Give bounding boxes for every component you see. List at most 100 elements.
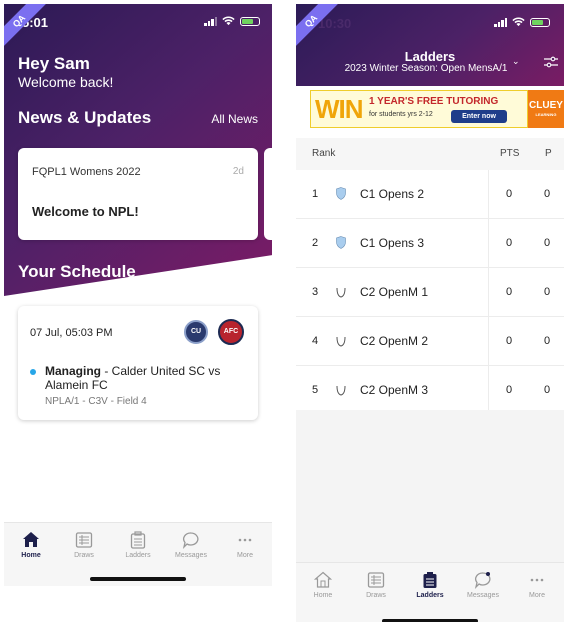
welcome-text: Welcome back! (18, 74, 114, 90)
column-rank: Rank (312, 148, 336, 159)
tab-messages-label: Messages (175, 552, 207, 559)
rank-cell: 4 (312, 335, 319, 347)
table-row[interactable]: 2 C1 Opens 3 0 0 (296, 219, 564, 268)
team-name: C1 Opens 3 (360, 236, 425, 250)
ladders-screen: 10:30 Ladders 2023 Winter Season: Open M… (296, 4, 564, 622)
tab-home-label: Home (21, 552, 41, 559)
match-datetime: 07 Jul, 05:03 PM (30, 327, 113, 339)
shield-outline-icon (336, 385, 346, 396)
tab-home[interactable]: Home (298, 571, 348, 599)
rank-cell: 5 (312, 384, 319, 396)
shield-outline-icon (336, 336, 346, 347)
tab-more[interactable]: More (220, 531, 270, 559)
ad-win-text: WIN (315, 94, 364, 124)
page-title: Ladders (404, 49, 456, 64)
tab-more-label: More (529, 592, 545, 599)
chevron-down-icon[interactable]: ⌄ (512, 56, 520, 67)
more-icon (530, 578, 544, 582)
pts-cell: 0 (506, 384, 513, 396)
rank-cell: 2 (312, 237, 319, 249)
signal-icon (494, 17, 507, 27)
table-row[interactable]: 5 C2 OpenM 3 0 0 (296, 366, 564, 415)
tab-messages[interactable]: Messages (166, 531, 216, 559)
ladder-table: 1 C1 Opens 2 0 0 2 C1 Opens 3 0 0 3 C2 O… (296, 170, 564, 415)
news-age: 2d (232, 166, 244, 177)
ad-brand-sub: LEARNING (535, 112, 557, 117)
ad-banner[interactable]: WIN 1 YEAR'S FREE TUTORING for students … (310, 90, 528, 128)
tab-draws-label: Draws (366, 592, 386, 599)
status-bar: 5:01 (4, 14, 272, 32)
all-news-link[interactable]: All News (211, 112, 258, 126)
table-row[interactable]: 3 C2 OpenM 1 0 0 (296, 268, 564, 317)
tab-home[interactable]: Home (6, 531, 56, 559)
schedule-card[interactable]: 07 Jul, 05:03 PM CU AFC Managing - Calde… (18, 306, 258, 420)
tab-ladders-label: Ladders (416, 592, 444, 599)
tab-ladders[interactable]: Ladders (113, 531, 163, 559)
table-row[interactable]: 4 C2 OpenM 2 0 0 (296, 317, 564, 366)
tab-ladders-label: Ladders (125, 552, 151, 559)
match-description: Managing - Calder United SC vs Alamein F… (45, 364, 250, 392)
ad-headline: 1 YEAR'S FREE TUTORING (369, 96, 499, 107)
ladder-table-header: Rank PTS P (296, 138, 564, 170)
schedule-section-title: Your Schedule (18, 262, 136, 281)
signal-icon (204, 16, 217, 26)
more-icon (238, 538, 252, 542)
news-section-title: News & Updates (18, 108, 152, 127)
ladders-icon (130, 531, 146, 549)
away-team-logo: AFC (218, 319, 244, 345)
pts-cell: 0 (506, 188, 513, 200)
ladders-header: 10:30 Ladders 2023 Winter Season: Open M… (296, 4, 564, 86)
tab-home-label: Home (313, 592, 333, 599)
match-meta: NPLA/1 - C3V - Field 4 (45, 396, 147, 407)
tab-bar: Home Draws Ladders Messages More (296, 562, 564, 622)
tab-ladders[interactable]: Ladders (405, 571, 455, 599)
greeting-title: Hey Sam (18, 54, 90, 73)
rank-cell: 3 (312, 286, 319, 298)
played-cell: 0 (544, 335, 551, 347)
status-dot (30, 369, 36, 375)
team-name: C2 OpenM 2 (360, 334, 429, 348)
tab-messages[interactable]: Messages (458, 571, 508, 599)
ad-brand-logo[interactable]: CLUEY LEARNING (528, 90, 564, 128)
home-icon (23, 532, 39, 547)
ladders-icon (423, 572, 437, 588)
live-scores-link[interactable]: Live S... (190, 266, 230, 278)
tab-more-label: More (237, 552, 253, 559)
filter-icon[interactable] (544, 56, 558, 68)
played-cell: 0 (544, 286, 551, 298)
ad-brand-name: CLUEY (529, 100, 563, 111)
home-indicator[interactable] (382, 619, 478, 622)
tab-draws-label: Draws (74, 552, 94, 559)
table-row[interactable]: 1 C1 Opens 2 0 0 (296, 170, 564, 219)
team-name: C2 OpenM 1 (360, 285, 429, 299)
news-card[interactable]: FQPL1 Womens 2022 2d Welcome to NPL! (18, 148, 258, 240)
column-pts: PTS (500, 148, 520, 159)
home-indicator[interactable] (90, 577, 186, 581)
tab-draws[interactable]: Draws (351, 571, 401, 599)
tab-more[interactable]: More (512, 571, 562, 599)
home-screen: QA 5:01 Hey Sam Welcome back! News & Upd… (4, 4, 272, 586)
column-divider (488, 170, 489, 410)
ad-subtext: for students yrs 2-12 (369, 111, 433, 118)
pts-cell: 0 (506, 286, 513, 298)
wifi-icon (512, 17, 525, 27)
news-source: FQPL1 Womens 2022 (32, 166, 141, 178)
pts-cell: 0 (506, 237, 513, 249)
rank-cell: 1 (312, 188, 319, 200)
status-icons (204, 16, 260, 26)
home-icon (314, 571, 332, 588)
messages-icon (474, 572, 491, 589)
match-role: Managing (45, 364, 101, 378)
messages-icon (182, 532, 199, 549)
played-cell: 0 (544, 384, 551, 396)
news-title: Welcome to NPL! (32, 204, 139, 219)
tab-messages-label: Messages (467, 592, 499, 599)
ad-enter-button[interactable]: Enter now (451, 110, 507, 123)
played-cell: 0 (544, 188, 551, 200)
battery-icon (240, 16, 260, 26)
pts-cell: 0 (506, 335, 513, 347)
status-icons (494, 17, 550, 27)
news-card-next[interactable] (264, 148, 272, 240)
tab-draws[interactable]: Draws (59, 531, 109, 559)
shield-icon (336, 236, 346, 249)
